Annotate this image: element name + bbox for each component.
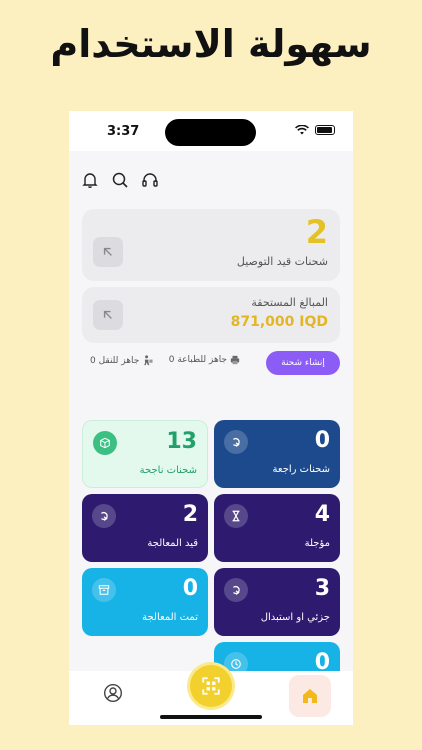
in-delivery-card[interactable]: 2 شحنات قيد التوصيل [82, 209, 340, 281]
ready-transfer-item[interactable]: جاهز للنقل 0 [90, 355, 153, 366]
home-icon [303, 689, 317, 703]
phone-screen: 3:37 2 شحنات قيد التوصيل المبالغ المستحق… [69, 111, 353, 725]
wifi-icon [295, 125, 309, 135]
bottom-nav [69, 665, 353, 725]
qr-scan-button[interactable] [190, 665, 232, 707]
return-arrow-icon [224, 430, 248, 454]
in-delivery-label: شحنات قيد التوصيل [236, 255, 328, 268]
profile-icon[interactable] [103, 683, 123, 703]
courier-icon [144, 355, 153, 366]
headline: سهولة الاستخدام [50, 22, 372, 66]
qr-icon [202, 677, 220, 695]
quick-actions: إنشاء شحنة جاهز للطباعة 0 جاهز للنقل 0 [82, 351, 340, 375]
due-amounts-label: المبالغ المستحقة [251, 296, 328, 309]
box-icon [93, 431, 117, 455]
home-button[interactable] [289, 675, 331, 717]
in-delivery-count: 2 [305, 213, 328, 251]
headset-icon[interactable] [141, 171, 159, 189]
dynamic-island [165, 119, 256, 146]
arrow-icon[interactable] [93, 300, 123, 330]
hourglass-icon [224, 504, 248, 528]
search-icon[interactable] [111, 171, 129, 189]
returned-shipments-tile[interactable]: 0 شحنات راجعة [214, 420, 340, 488]
archive-icon [92, 578, 116, 602]
status-bar: 3:37 [69, 111, 353, 151]
home-indicator [160, 715, 262, 719]
due-amount-value: 871,000 IQD [230, 314, 328, 330]
partial-exchange-tile[interactable]: 3 جزئي او استبدال [214, 568, 340, 636]
successful-shipments-tile[interactable]: 13 شحنات ناجحة [82, 420, 208, 488]
top-actions [81, 171, 159, 189]
bell-icon[interactable] [81, 171, 99, 189]
processed-tile[interactable]: 0 تمت المعالجة [82, 568, 208, 636]
battery-icon [315, 125, 335, 135]
processing-icon [92, 504, 116, 528]
postponed-tile[interactable]: 4 مؤجلة [214, 494, 340, 562]
ready-print-item[interactable]: جاهز للطباعة 0 [169, 355, 240, 365]
due-amounts-card[interactable]: المبالغ المستحقة 871,000 IQD [82, 287, 340, 343]
printer-icon [230, 355, 240, 365]
create-shipment-button[interactable]: إنشاء شحنة [266, 351, 340, 375]
processing-tile[interactable]: 2 قيد المعالجة [82, 494, 208, 562]
status-time: 3:37 [107, 124, 140, 139]
arrow-icon[interactable] [93, 237, 123, 267]
exchange-icon [224, 578, 248, 602]
